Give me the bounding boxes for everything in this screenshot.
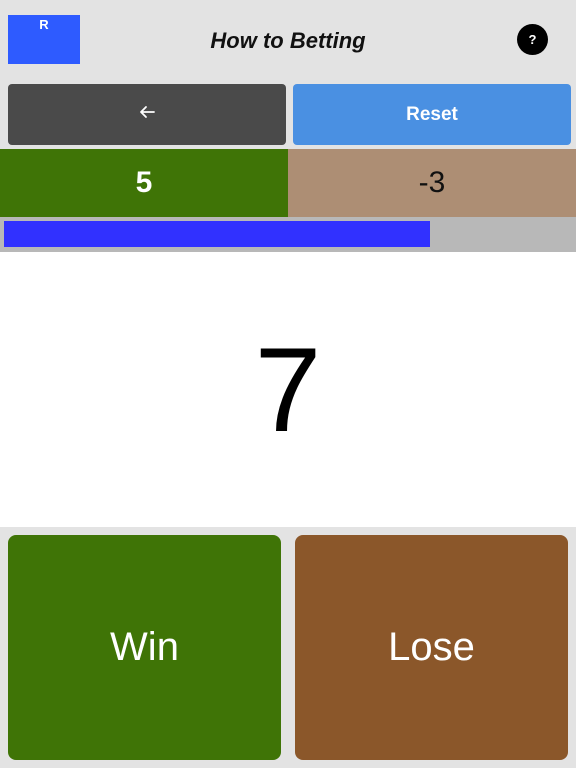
win-count-value: 5 <box>135 166 153 199</box>
reset-button[interactable]: Reset <box>293 84 571 145</box>
help-icon: ? <box>528 32 537 47</box>
back-button[interactable] <box>8 84 286 145</box>
main-number-panel: 7 <box>0 252 576 527</box>
page-title: How to Betting <box>210 28 366 53</box>
logo-letter: R <box>39 17 49 32</box>
help-button[interactable]: ? <box>517 24 548 55</box>
reset-label: Reset <box>406 103 458 125</box>
lose-label: Lose <box>388 625 475 669</box>
progress-bar <box>0 217 576 252</box>
logo-button[interactable]: R <box>8 15 80 64</box>
win-count: 5 <box>0 149 288 217</box>
loss-count: -3 <box>288 149 576 217</box>
loss-count-value: -3 <box>418 166 446 199</box>
win-button[interactable]: Win <box>8 535 281 760</box>
header-bar: R How to Betting ? <box>0 0 576 80</box>
arrow-left-icon <box>139 105 155 124</box>
win-label: Win <box>110 625 179 669</box>
progress-fill <box>4 221 430 247</box>
lose-button[interactable]: Lose <box>295 535 568 760</box>
main-number: 7 <box>254 322 322 457</box>
